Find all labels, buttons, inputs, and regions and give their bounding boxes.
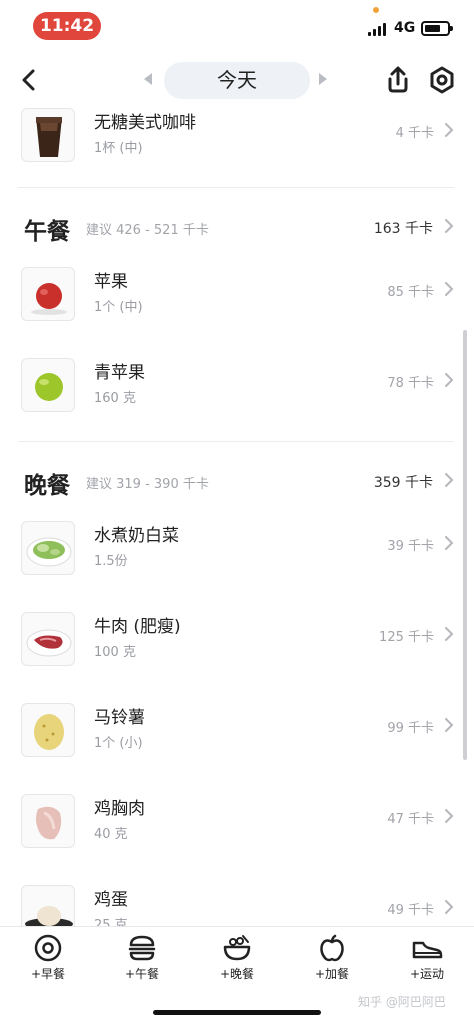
settings-icon[interactable] — [427, 65, 457, 95]
food-calories: 85 千卡 — [387, 285, 434, 300]
food-calories: 47 千卡 — [387, 812, 434, 827]
chevron-right-icon — [445, 536, 454, 550]
food-thumbnail — [21, 885, 75, 926]
food-name: 青苹果 — [94, 363, 145, 383]
list-item[interactable]: 牛肉 (肥瘦) 100 克 125 千卡 — [0, 612, 474, 703]
chevron-right-icon — [445, 809, 454, 823]
food-quantity: 160 克 — [94, 391, 136, 406]
signal-icon — [368, 22, 388, 36]
food-thumbnail — [21, 703, 75, 757]
food-thumbnail — [21, 358, 75, 412]
privacy-indicator-dot — [373, 7, 379, 13]
food-calories: 39 千卡 — [387, 539, 434, 554]
food-thumbnail — [21, 108, 75, 162]
food-quantity: 25 克 — [94, 918, 128, 926]
home-indicator[interactable] — [153, 1010, 321, 1015]
add-breakfast-button[interactable]: +早餐 — [18, 933, 78, 983]
food-name: 鸡蛋 — [94, 890, 128, 910]
food-name: 鸡胸肉 — [94, 799, 145, 819]
tab-label: +加餐 — [314, 967, 350, 981]
food-name: 水煮奶白菜 — [94, 526, 179, 546]
section-suggestion: 建议 319 - 390 千卡 — [86, 477, 209, 492]
food-name: 无糖美式咖啡 — [94, 113, 196, 133]
section-title-dinner: 晚餐 — [24, 473, 70, 499]
chevron-right-icon[interactable] — [444, 219, 454, 233]
food-name: 苹果 — [94, 272, 128, 292]
list-item[interactable]: 无糖美式咖啡 1杯 (中) 4 千卡 — [0, 108, 474, 199]
chevron-right-icon — [445, 373, 454, 387]
share-icon[interactable] — [383, 65, 413, 95]
list-item[interactable]: 水煮奶白菜 1.5份 39 千卡 — [0, 521, 474, 612]
food-calories: 125 千卡 — [379, 630, 434, 645]
chevron-right-icon — [445, 900, 454, 914]
food-thumbnail — [21, 521, 75, 575]
food-calories: 4 千卡 — [395, 126, 434, 141]
network-type: 4G — [394, 20, 416, 36]
food-thumbnail — [21, 794, 75, 848]
section-total[interactable]: 163 千卡 — [374, 218, 433, 238]
chevron-right-icon[interactable] — [444, 473, 454, 487]
triangle-right-icon[interactable] — [318, 72, 328, 86]
food-quantity: 1个 (小) — [94, 736, 143, 751]
list-item[interactable]: 苹果 1个 (中) 85 千卡 — [0, 267, 474, 358]
section-suggestion: 建议 426 - 521 千卡 — [86, 223, 209, 238]
chevron-right-icon — [445, 718, 454, 732]
food-quantity: 1.5份 — [94, 554, 128, 569]
status-bar: 11:42 4G — [0, 0, 474, 52]
tab-label: +午餐 — [124, 967, 160, 981]
divider — [18, 441, 454, 442]
food-name: 牛肉 (肥瘦) — [94, 617, 181, 637]
food-calories: 78 千卡 — [387, 376, 434, 391]
food-calories: 49 千卡 — [387, 903, 434, 918]
divider — [18, 187, 454, 188]
chevron-right-icon — [445, 627, 454, 641]
bowl-icon — [223, 935, 251, 961]
food-quantity: 100 克 — [94, 645, 136, 660]
section-total[interactable]: 359 千卡 — [374, 472, 433, 492]
food-thumbnail — [21, 612, 75, 666]
food-quantity: 1杯 (中) — [94, 141, 143, 156]
food-thumbnail — [21, 267, 75, 321]
food-calories: 99 千卡 — [387, 721, 434, 736]
sneaker-icon — [412, 941, 443, 959]
food-name: 马铃薯 — [94, 708, 145, 728]
add-lunch-button[interactable]: +午餐 — [112, 933, 172, 983]
add-exercise-button[interactable]: +运动 — [397, 933, 457, 983]
section-title-lunch: 午餐 — [24, 219, 70, 245]
food-quantity: 1个 (中) — [94, 300, 143, 315]
burger-icon — [128, 935, 156, 961]
battery-icon — [421, 21, 453, 36]
status-time: 11:42 — [33, 12, 101, 40]
watermark: 知乎 @阿巴阿巴 — [358, 995, 446, 1009]
tab-label: +晚餐 — [219, 967, 255, 981]
food-log-list: 无糖美式咖啡 1杯 (中) 4 千卡 午餐 建议 426 - 521 千卡 16… — [0, 106, 474, 926]
list-item[interactable]: 鸡蛋 25 克 49 千卡 — [0, 885, 474, 926]
fried-egg-icon — [34, 934, 62, 962]
chevron-left-icon[interactable] — [16, 66, 44, 94]
tab-label: +运动 — [409, 967, 445, 981]
top-nav: 今天 — [0, 56, 474, 106]
add-dinner-button[interactable]: +晚餐 — [207, 933, 267, 983]
list-item[interactable]: 马铃薯 1个 (小) 99 千卡 — [0, 703, 474, 794]
tab-label: +早餐 — [30, 967, 66, 981]
list-item[interactable]: 鸡胸肉 40 克 47 千卡 — [0, 794, 474, 885]
apple-icon — [320, 934, 344, 962]
food-quantity: 40 克 — [94, 827, 128, 842]
chevron-right-icon — [445, 282, 454, 296]
date-selector[interactable]: 今天 — [164, 62, 310, 99]
list-item[interactable]: 青苹果 160 克 78 千卡 — [0, 358, 474, 449]
add-snack-button[interactable]: +加餐 — [302, 933, 362, 983]
triangle-left-icon[interactable] — [143, 72, 153, 86]
chevron-right-icon — [445, 123, 454, 137]
scrollbar[interactable] — [463, 330, 467, 760]
